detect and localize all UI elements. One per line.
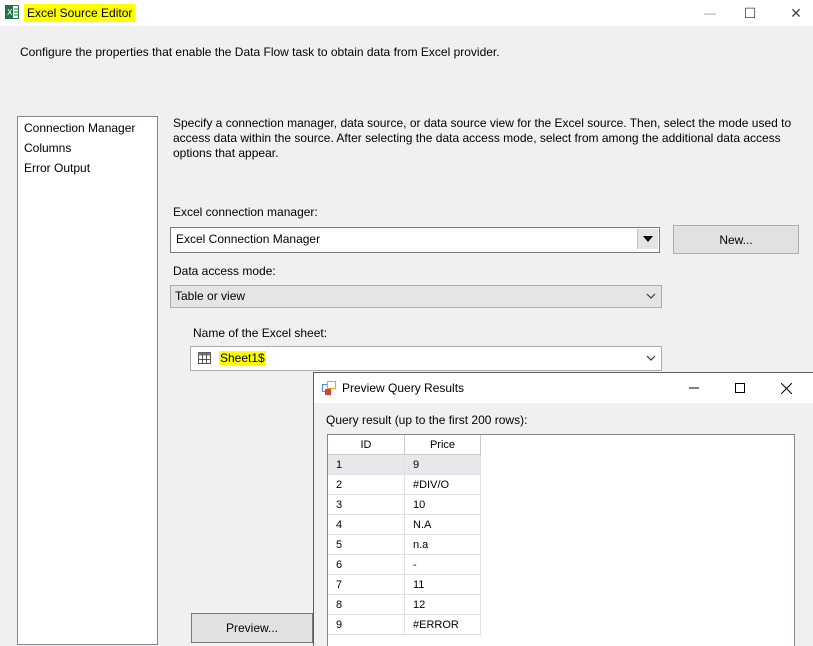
cell-price[interactable]: - — [404, 554, 481, 575]
cell-id[interactable]: 4 — [328, 514, 405, 535]
table-row[interactable]: 2 #DIV/O — [328, 474, 481, 495]
cell-price[interactable]: 9 — [404, 454, 481, 475]
cell-id[interactable]: 1 — [328, 454, 405, 475]
dialog-minimize-button[interactable] — [674, 375, 714, 401]
table-row[interactable]: 8 12 — [328, 594, 481, 615]
table-row[interactable]: 7 11 — [328, 574, 481, 595]
new-connection-button[interactable]: New... — [673, 225, 799, 254]
cell-price[interactable]: 11 — [404, 574, 481, 595]
chevron-down-icon — [646, 293, 656, 299]
cell-id[interactable]: 9 — [328, 614, 405, 635]
cell-id[interactable]: 7 — [328, 574, 405, 595]
cell-price[interactable]: N.A — [404, 514, 481, 535]
dropdown-arrow-icon[interactable] — [637, 229, 658, 249]
sheet-name-dropdown[interactable]: Sheet1$ — [190, 346, 662, 371]
nav-item-error-output[interactable]: Error Output — [24, 160, 90, 176]
table-row[interactable]: 5 n.a — [328, 534, 481, 555]
preview-results-icon — [322, 381, 336, 395]
results-grid[interactable]: ID Price 1 9 2 #DIV/O 3 10 4 N.A 5 n.a 6… — [327, 434, 795, 646]
column-header-id[interactable]: ID — [328, 435, 405, 455]
cell-price[interactable]: 12 — [404, 594, 481, 615]
query-result-label: Query result (up to the first 200 rows): — [326, 413, 528, 427]
cell-id[interactable]: 2 — [328, 474, 405, 495]
cell-price[interactable]: n.a — [404, 534, 481, 555]
cell-price[interactable]: #ERROR — [404, 614, 481, 635]
dialog-maximize-button[interactable] — [720, 375, 760, 401]
results-table: ID Price 1 9 2 #DIV/O 3 10 4 N.A 5 n.a 6… — [328, 435, 481, 635]
table-row[interactable]: 9 #ERROR — [328, 614, 481, 635]
sheet-name-value: Sheet1$ — [219, 351, 266, 365]
data-access-mode-dropdown[interactable]: Table or view — [170, 285, 662, 308]
page-nav-list: Connection Manager Columns Error Output — [17, 116, 158, 645]
preview-query-results-dialog: Preview Query Results Query result (up t… — [313, 372, 813, 646]
title-bar: X Excel Source Editor — ☐ ✕ — [0, 0, 813, 26]
nav-item-columns[interactable]: Columns — [24, 140, 71, 156]
cell-price[interactable]: 10 — [404, 494, 481, 515]
table-row[interactable]: 6 - — [328, 554, 481, 575]
cell-price[interactable]: #DIV/O — [404, 474, 481, 495]
dialog-title: Preview Query Results — [342, 381, 465, 395]
data-access-mode-value: Table or view — [175, 289, 246, 303]
cell-id[interactable]: 3 — [328, 494, 405, 515]
table-icon — [198, 352, 211, 364]
preview-button[interactable]: Preview... — [191, 613, 313, 643]
excel-source-icon: X — [5, 5, 19, 19]
sheet-name-label: Name of the Excel sheet: — [193, 326, 328, 340]
connection-manager-label: Excel connection manager: — [173, 205, 318, 219]
instructions-text: Specify a connection manager, data sourc… — [173, 116, 792, 160]
header-row: ID Price — [328, 435, 481, 455]
editor-description: Configure the properties that enable the… — [20, 45, 500, 59]
cell-id[interactable]: 5 — [328, 534, 405, 555]
maximize-button[interactable]: ☐ — [727, 0, 773, 26]
cell-id[interactable]: 6 — [328, 554, 405, 575]
column-header-price[interactable]: Price — [404, 435, 481, 455]
svg-text:X: X — [7, 8, 13, 17]
connection-manager-dropdown[interactable]: Excel Connection Manager — [170, 227, 660, 253]
connection-manager-value: Excel Connection Manager — [176, 232, 321, 246]
data-access-mode-label: Data access mode: — [173, 264, 276, 278]
nav-item-connection-manager[interactable]: Connection Manager — [24, 120, 135, 136]
chevron-down-icon — [646, 355, 656, 361]
table-row[interactable]: 4 N.A — [328, 514, 481, 535]
dialog-title-bar: Preview Query Results — [314, 373, 813, 403]
window-title: Excel Source Editor — [24, 4, 136, 22]
table-row[interactable]: 1 9 — [328, 454, 481, 475]
close-button[interactable]: ✕ — [773, 0, 813, 26]
dialog-close-button[interactable] — [766, 375, 806, 401]
table-row[interactable]: 3 10 — [328, 494, 481, 515]
cell-id[interactable]: 8 — [328, 594, 405, 615]
